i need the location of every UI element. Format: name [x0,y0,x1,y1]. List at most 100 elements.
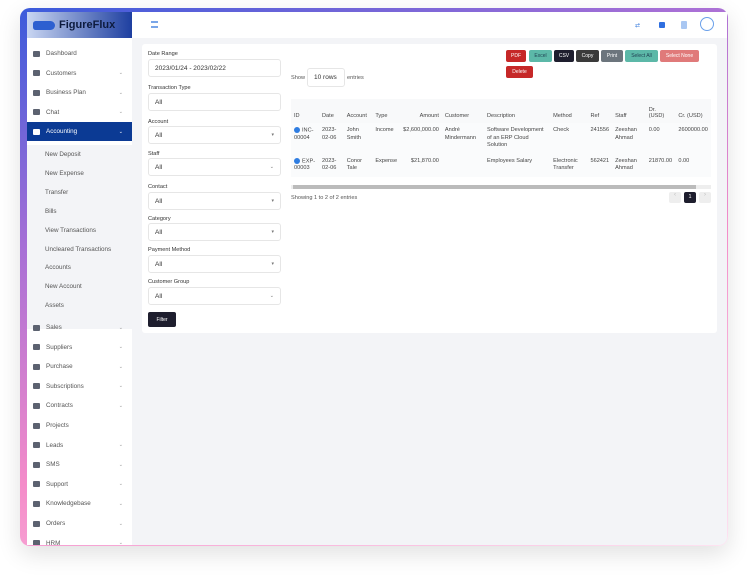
translate-icon[interactable]: ⇄ [635,22,640,29]
chevron-down-icon: ⌄ [118,128,123,135]
column-header[interactable]: Ref [587,99,613,123]
column-header[interactable]: Dr. (USD) [645,99,676,123]
chevron-down-icon: ⌄ [118,461,123,468]
sidebar-subitem[interactable]: New Deposit [27,145,132,164]
sidebar-item-sms[interactable]: SMS ⌄ [27,455,132,474]
column-header-label: Description [487,113,515,119]
rows-value: 10 rows [314,74,337,81]
sidebar-item-subscriptions[interactable]: Subscriptions ⌄ [27,377,132,396]
payment-method-value: All [155,260,163,268]
date-range-input[interactable]: 2023/01/24 - 2023/02/22 [148,59,281,77]
select-none-button[interactable]: Select None [660,50,699,62]
horizontal-scrollbar[interactable] [291,185,711,189]
folder-icon[interactable] [659,22,665,28]
sidebar-item-customers[interactable]: Customers ⌄ [27,64,132,83]
table-row[interactable]: EXP-00003 2023-02-06 Conor Tale Expense $21,… [291,153,711,177]
sidebar-item-suppliers[interactable]: Suppliers ⌄ [27,338,132,357]
wallet-icon [33,324,40,331]
expand-row-icon[interactable] [294,157,300,164]
sidebar-subitem[interactable]: Transfer [27,182,132,202]
column-header[interactable]: Type [372,99,401,123]
column-header[interactable]: ID [291,99,320,123]
next-page-button[interactable]: › [699,192,711,203]
account-select[interactable]: All ▾ [148,126,281,144]
cell-value: Zeeshan Ahmad [615,157,637,172]
sidebar-subitem-label: Bills [45,207,57,215]
menu-toggle-icon[interactable] [151,21,158,28]
sidebar-item-accounting[interactable]: Accounting ⌄ [27,122,132,142]
page-1-button[interactable]: 1 [684,192,696,203]
pdf-button[interactable]: PDF [506,50,526,62]
sidebar-item-sales[interactable]: Sales ⌄ [27,318,132,337]
clipboard-icon[interactable] [681,21,687,29]
bar-chart-icon [33,50,40,57]
contact-select[interactable]: All ▾ [148,192,281,210]
table-cell: Zeeshan Ahmad [612,123,646,154]
date-range-label: Date Range [148,51,178,57]
sidebar-subitem[interactable]: Accounts [27,258,132,278]
copy-button[interactable]: Copy [576,50,599,62]
category-select[interactable]: All ▾ [148,223,281,241]
print-button[interactable]: Print [601,50,623,62]
sidebar-item-knowledgebase[interactable]: Knowledgebase ⌄ [27,494,132,513]
filter-button[interactable]: Filter [148,312,176,327]
purchase-icon [33,363,40,370]
column-header[interactable]: Method [550,99,588,123]
table-cell: $21,870.00 [400,153,442,177]
sidebar-item-projects[interactable]: Projects [27,416,132,435]
payment-method-select[interactable]: All ▾ [148,255,281,273]
table-cell: 0.00 [675,153,711,177]
delete-button[interactable]: Delete [506,66,533,78]
staff-value: All [155,163,163,171]
rows-per-page-select[interactable]: 10 rows [307,68,345,87]
sidebar-subitem[interactable]: View Transactions [27,220,132,240]
sidebar-item-support[interactable]: Support ⌄ [27,475,132,494]
cell-value: $21,870.00 [410,157,439,164]
sidebar-subitem[interactable]: Assets [27,296,132,316]
sidebar-item-leads[interactable]: Leads ⌄ [27,436,132,455]
column-header[interactable]: Cr. (USD) [675,99,711,123]
sidebar-subitem[interactable]: New Account [27,277,132,297]
prev-page-button[interactable]: ‹ [669,192,681,203]
select-all-button[interactable]: Select All [625,50,658,62]
column-header[interactable]: Customer [441,99,485,123]
sidebar-subitem-label: New Deposit [45,151,81,158]
sidebar-subitem-label: Uncleared Transactions [45,245,112,253]
csv-button[interactable]: CSV [554,50,574,62]
customer-group-select[interactable]: All ⌄ [148,287,281,305]
sidebar-subitem[interactable]: New Expense [27,163,132,183]
sidebar-item-hrm[interactable]: HRM ⌄ [27,534,132,545]
staff-label: Staff [148,151,160,157]
show-label: Show [291,75,305,81]
column-header[interactable]: Staff [612,99,646,123]
excel-button[interactable]: Excel [529,50,552,62]
column-header[interactable]: Date [319,99,344,123]
sidebar-item-contracts[interactable]: Contracts ⌄ [27,396,132,415]
sidebar-item-purchase[interactable]: Purchase ⌄ [27,357,132,376]
logo: FigureFlux [27,12,132,38]
transaction-type-value: All [155,98,163,106]
column-header[interactable]: Amount [400,99,442,123]
expand-row-icon[interactable] [294,127,300,133]
top-header: ⇄ [132,12,727,38]
table-row[interactable]: INC-00004 2023-02-06 John Smith Income $2,60… [291,123,711,154]
column-header[interactable]: Description [484,99,551,123]
sidebar-item-label: Suppliers [46,343,73,351]
sidebar-item-label: Projects [46,422,69,429]
sidebar-item-dashboard[interactable]: Dashboard [27,44,132,63]
user-avatar-icon[interactable] [700,17,714,31]
table-cell: John Smith [343,123,373,154]
sidebar-subitem[interactable]: Uncleared Transactions [27,239,132,259]
staff-select[interactable]: All ⌄ [148,158,281,176]
sidebar-item-orders[interactable]: Orders ⌄ [27,514,132,533]
table-cell: Employees Salary [484,153,551,177]
column-header[interactable]: Account [343,99,373,123]
sidebar-item-label: Knowledgebase [46,500,91,508]
sidebar-subitem[interactable]: Bills [27,201,132,221]
transactions-table: ID Date Account Type Amount Customer Descripti… [291,99,711,177]
sidebar-item-chat[interactable]: Chat ⌄ [27,103,132,122]
chevron-down-icon: ⌄ [118,363,123,370]
column-header-label: Account [346,113,367,119]
transaction-type-select[interactable]: All [148,93,281,111]
sidebar-item-business-plan[interactable]: Business Plan ⌄ [27,83,132,102]
